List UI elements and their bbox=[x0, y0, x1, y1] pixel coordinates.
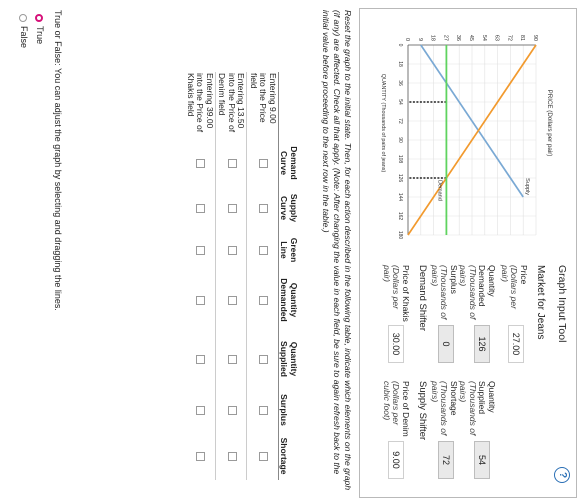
checkbox[interactable] bbox=[196, 203, 206, 213]
x-tick-label: 90 bbox=[397, 137, 403, 143]
table-header: Green Line bbox=[278, 230, 303, 270]
x-tick-label: 144 bbox=[397, 193, 403, 202]
table-header bbox=[278, 72, 303, 140]
y-tick-label: 9 bbox=[417, 38, 423, 41]
checkbox[interactable] bbox=[227, 405, 237, 415]
checkbox[interactable] bbox=[196, 158, 206, 168]
table-header: Demand Curve bbox=[278, 140, 303, 186]
x-tick-label: 162 bbox=[397, 212, 403, 221]
checkbox[interactable] bbox=[227, 245, 237, 255]
x-tick-label: 18 bbox=[397, 61, 403, 67]
checkbox[interactable] bbox=[227, 158, 237, 168]
price-denim-input[interactable]: 9.00 bbox=[388, 441, 404, 479]
table-row: Entering 13.50 into the Price of Denim f… bbox=[215, 72, 247, 480]
price-label: Price (Dollars per pair) bbox=[500, 265, 529, 309]
table-row: Entering 9.00 into the Price field bbox=[247, 72, 279, 480]
checkbox[interactable] bbox=[196, 354, 206, 364]
x-tick-label: 54 bbox=[397, 99, 403, 105]
checkbox[interactable] bbox=[259, 295, 269, 305]
checkbox[interactable] bbox=[227, 203, 237, 213]
option-label: True bbox=[35, 26, 45, 45]
price-input[interactable]: 27.00 bbox=[508, 325, 524, 363]
x-tick-label: 0 bbox=[397, 44, 403, 47]
radio-icon[interactable] bbox=[19, 14, 28, 22]
x-tick-label: 36 bbox=[397, 80, 403, 86]
y-tick-label: 63 bbox=[494, 35, 500, 41]
x-axis-title: QUANTITY (Thousands of pairs of jeans) bbox=[380, 74, 386, 173]
effects-table: Demand Curve Supply Curve Green Line Qua… bbox=[184, 72, 303, 480]
shortage-label: Shortage (Thousands of pairs) bbox=[430, 381, 459, 436]
supply-shifter-title: Supply Shifter bbox=[417, 381, 428, 441]
y-tick-label: 81 bbox=[519, 35, 525, 41]
checkbox[interactable] bbox=[196, 245, 206, 255]
table-row: Entering 39.00 into the Price of Khakis … bbox=[184, 72, 216, 480]
checkbox[interactable] bbox=[196, 451, 206, 461]
shortage-value: 72 bbox=[438, 441, 454, 479]
price-denim-label: Price of Denim (Dollars per cubic foot) bbox=[382, 381, 411, 437]
x-tick-label: 72 bbox=[397, 118, 403, 124]
y-tick-label: 36 bbox=[455, 35, 461, 41]
x-tick-label: 126 bbox=[397, 174, 403, 183]
price-khakis-input[interactable]: 30.00 bbox=[388, 325, 404, 363]
radio-selected-icon[interactable] bbox=[35, 14, 44, 22]
option-false[interactable]: False bbox=[19, 14, 29, 48]
checkbox[interactable] bbox=[196, 405, 206, 415]
market-title: Market for Jeans bbox=[535, 265, 546, 340]
qty-supplied-label: Quantity Supplied (Thousands of pairs) bbox=[458, 381, 498, 436]
x-tick-label: 180 bbox=[397, 231, 403, 240]
demand-shifter-title: Demand Shifter bbox=[417, 265, 428, 332]
instructions-text: Reset the graph to the initial state. Th… bbox=[321, 10, 353, 491]
checkbox[interactable] bbox=[259, 405, 269, 415]
checkbox[interactable] bbox=[259, 158, 269, 168]
table-header: Quantity Supplied bbox=[278, 330, 303, 388]
checkbox[interactable] bbox=[259, 203, 269, 213]
table-header: Supply Curve bbox=[278, 186, 303, 230]
checkbox[interactable] bbox=[227, 451, 237, 461]
x-tick-label: 108 bbox=[397, 155, 403, 164]
qty-demanded-value: 126 bbox=[474, 325, 490, 363]
option-true[interactable]: True bbox=[35, 14, 45, 44]
y-tick-label: 45 bbox=[468, 35, 474, 41]
y-tick-label: 90 bbox=[532, 35, 538, 41]
price-khakis-label: Price of Khakis (Dollars per pair) bbox=[382, 265, 411, 322]
checkbox[interactable] bbox=[259, 245, 269, 255]
y-tick-label: 54 bbox=[481, 35, 487, 41]
surplus-label: Surplus (Thousands of pairs) bbox=[430, 265, 459, 320]
qty-supplied-value: 54 bbox=[474, 441, 490, 479]
checkbox[interactable] bbox=[227, 354, 237, 364]
y-tick-label: 0 bbox=[404, 38, 410, 41]
table-header: Quantity Demanded bbox=[278, 270, 303, 330]
surplus-value: 0 bbox=[438, 325, 454, 363]
row-label: Entering 39.00 into the Price of Khakis … bbox=[184, 72, 216, 140]
row-label: Entering 13.50 into the Price of Denim f… bbox=[215, 72, 247, 140]
true-false-question: True or False: You can adjust the graph … bbox=[53, 10, 63, 311]
graph-input-tool-panel: PRICE (Dollars per pair) 0 9 18 27 36 45 54 63 7… bbox=[359, 8, 577, 498]
y-axis-title: PRICE (Dollars per pair) bbox=[546, 90, 553, 157]
table-header: Surplus bbox=[278, 388, 303, 432]
supply-demand-chart[interactable]: PRICE (Dollars per pair) 0 9 18 27 36 45 54 63 7… bbox=[378, 11, 558, 255]
checkbox[interactable] bbox=[227, 295, 237, 305]
checkbox[interactable] bbox=[196, 295, 206, 305]
question-page: PRICE (Dollars per pair) 0 9 18 27 36 45 54 63 7… bbox=[0, 0, 585, 499]
table-header-row: Demand Curve Supply Curve Green Line Qua… bbox=[278, 72, 303, 480]
help-icon[interactable]: ? bbox=[554, 467, 570, 483]
checkbox[interactable] bbox=[259, 451, 269, 461]
table-header: Shortage bbox=[278, 432, 303, 480]
y-tick-label: 27 bbox=[442, 35, 448, 41]
y-tick-label: 72 bbox=[506, 35, 512, 41]
qty-demanded-label: Quantity Demanded (Thousands of pairs) bbox=[458, 265, 498, 320]
option-label: False bbox=[19, 26, 29, 49]
tool-title: Graph Input Tool bbox=[556, 265, 568, 343]
y-tick-label: 18 bbox=[430, 35, 436, 41]
demand-label: Demand bbox=[436, 180, 442, 201]
supply-label: Supply bbox=[524, 178, 530, 195]
row-label: Entering 9.00 into the Price field bbox=[247, 72, 279, 140]
checkbox[interactable] bbox=[259, 354, 269, 364]
